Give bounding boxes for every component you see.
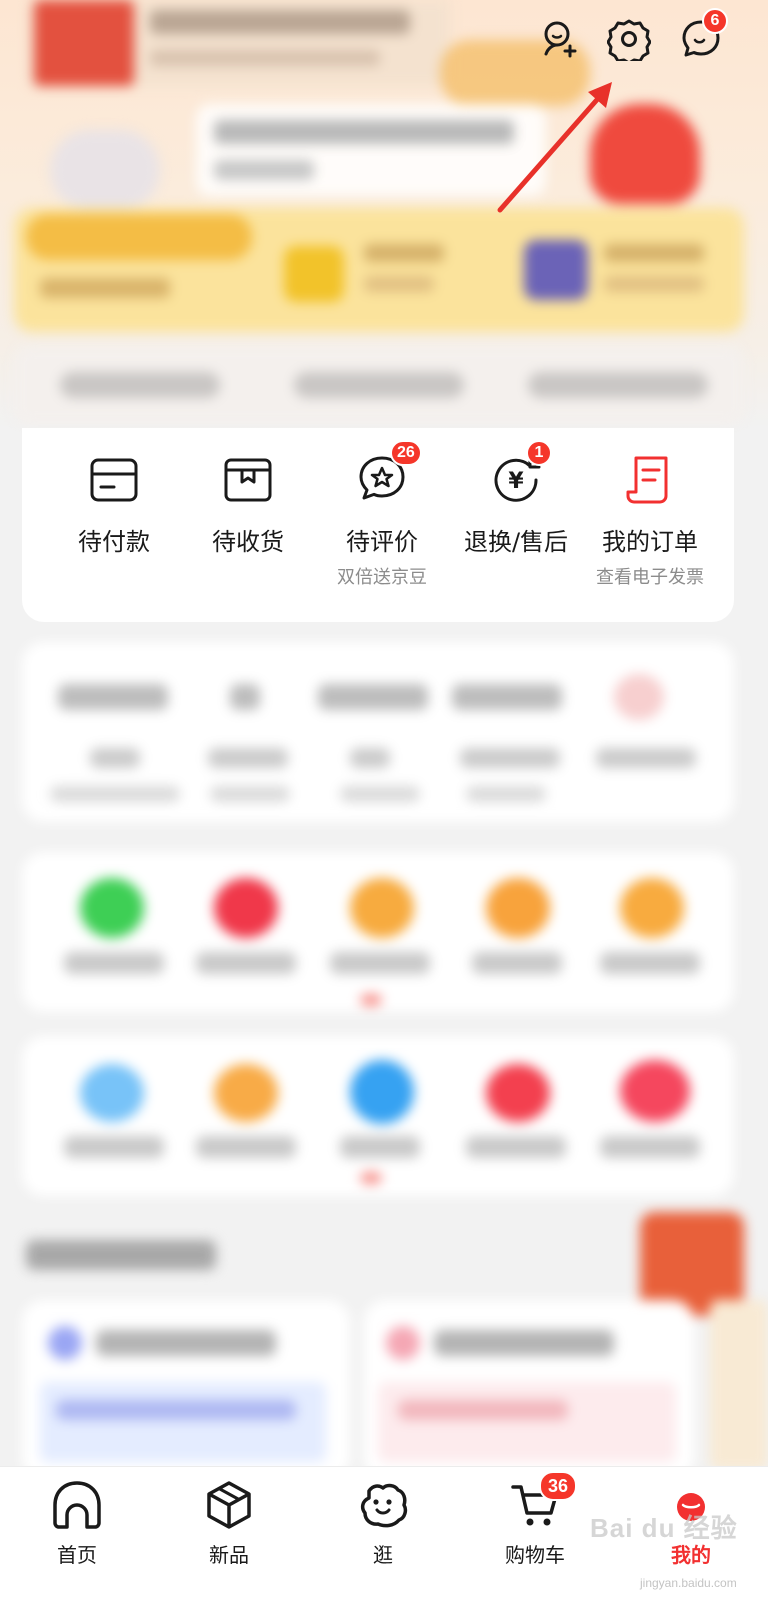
home-icon (53, 1481, 101, 1529)
profile-info (214, 160, 314, 180)
watermark: Bai du 经验 (590, 1513, 738, 1543)
message-count-badge: 6 (702, 8, 728, 34)
membership-icon (284, 246, 344, 302)
card-icon (524, 240, 588, 300)
order-list-icon (626, 456, 668, 504)
cart-count-badge: 36 (539, 1471, 577, 1501)
watermark-url: jingyan.baidu.com (640, 1576, 737, 1590)
order-my-orders[interactable]: 我的订单 查看电子发票 (580, 450, 720, 589)
annotation-arrow (497, 82, 612, 213)
review-count-badge: 26 (390, 440, 422, 466)
wallet-card-icon (90, 458, 138, 502)
order-pending-receipt[interactable]: 待收货 (178, 450, 318, 557)
order-pending-payment[interactable]: 待付款 (44, 450, 184, 557)
order-label: 退换/售后 (463, 528, 569, 556)
returns-count-badge: 1 (526, 440, 552, 466)
add-friend-icon (544, 21, 577, 58)
order-label: 我的订单 (602, 528, 698, 556)
order-label: 待付款 (78, 528, 150, 556)
order-label: 待评价 (346, 528, 418, 556)
quick-link[interactable] (528, 372, 708, 398)
membership-label (364, 244, 444, 262)
nav-label: 逛 (373, 1543, 393, 1567)
nav-label: 新品 (209, 1543, 249, 1567)
card-label (604, 244, 704, 262)
nav-cart[interactable]: 36 购物车 (480, 1471, 590, 1568)
package-box-icon (224, 458, 272, 502)
nav-browse[interactable]: 逛 (328, 1477, 438, 1568)
svg-text:¥: ¥ (508, 469, 524, 494)
banner-image (34, 0, 134, 86)
banner-text (150, 10, 410, 34)
card-sublabel (604, 276, 704, 292)
order-returns[interactable]: ¥ 1 退换/售后 (446, 440, 586, 557)
quick-link[interactable] (294, 372, 464, 398)
gear-icon (607, 19, 651, 61)
order-label: 待收货 (212, 528, 284, 556)
nav-new[interactable]: 新品 (174, 1477, 284, 1568)
membership-pill (26, 214, 252, 260)
add-friend-button[interactable] (534, 14, 584, 64)
order-pending-review[interactable]: 26 待评价 双倍送京豆 (312, 440, 452, 589)
profile-name (214, 120, 514, 144)
order-status-card: 待付款 待收货 26 待评价 双倍送京豆 ¥ 1 退换/售后 我的订单 查看电子… (22, 428, 734, 622)
messages-button[interactable]: 6 (676, 8, 728, 64)
cube-icon (207, 1481, 251, 1529)
order-sublabel: 双倍送京豆 (337, 567, 427, 588)
banner-subtext (150, 50, 380, 66)
nav-label: 购物车 (505, 1543, 565, 1567)
user-avatar[interactable] (50, 130, 160, 210)
settings-button[interactable] (604, 14, 654, 64)
quick-link[interactable] (60, 372, 220, 398)
nav-label: 首页 (57, 1543, 97, 1567)
order-sublabel: 查看电子发票 (596, 567, 704, 588)
nav-home[interactable]: 首页 (22, 1477, 132, 1568)
membership-text (40, 278, 170, 298)
membership-sublabel (364, 276, 434, 292)
browse-face-icon (360, 1483, 408, 1528)
